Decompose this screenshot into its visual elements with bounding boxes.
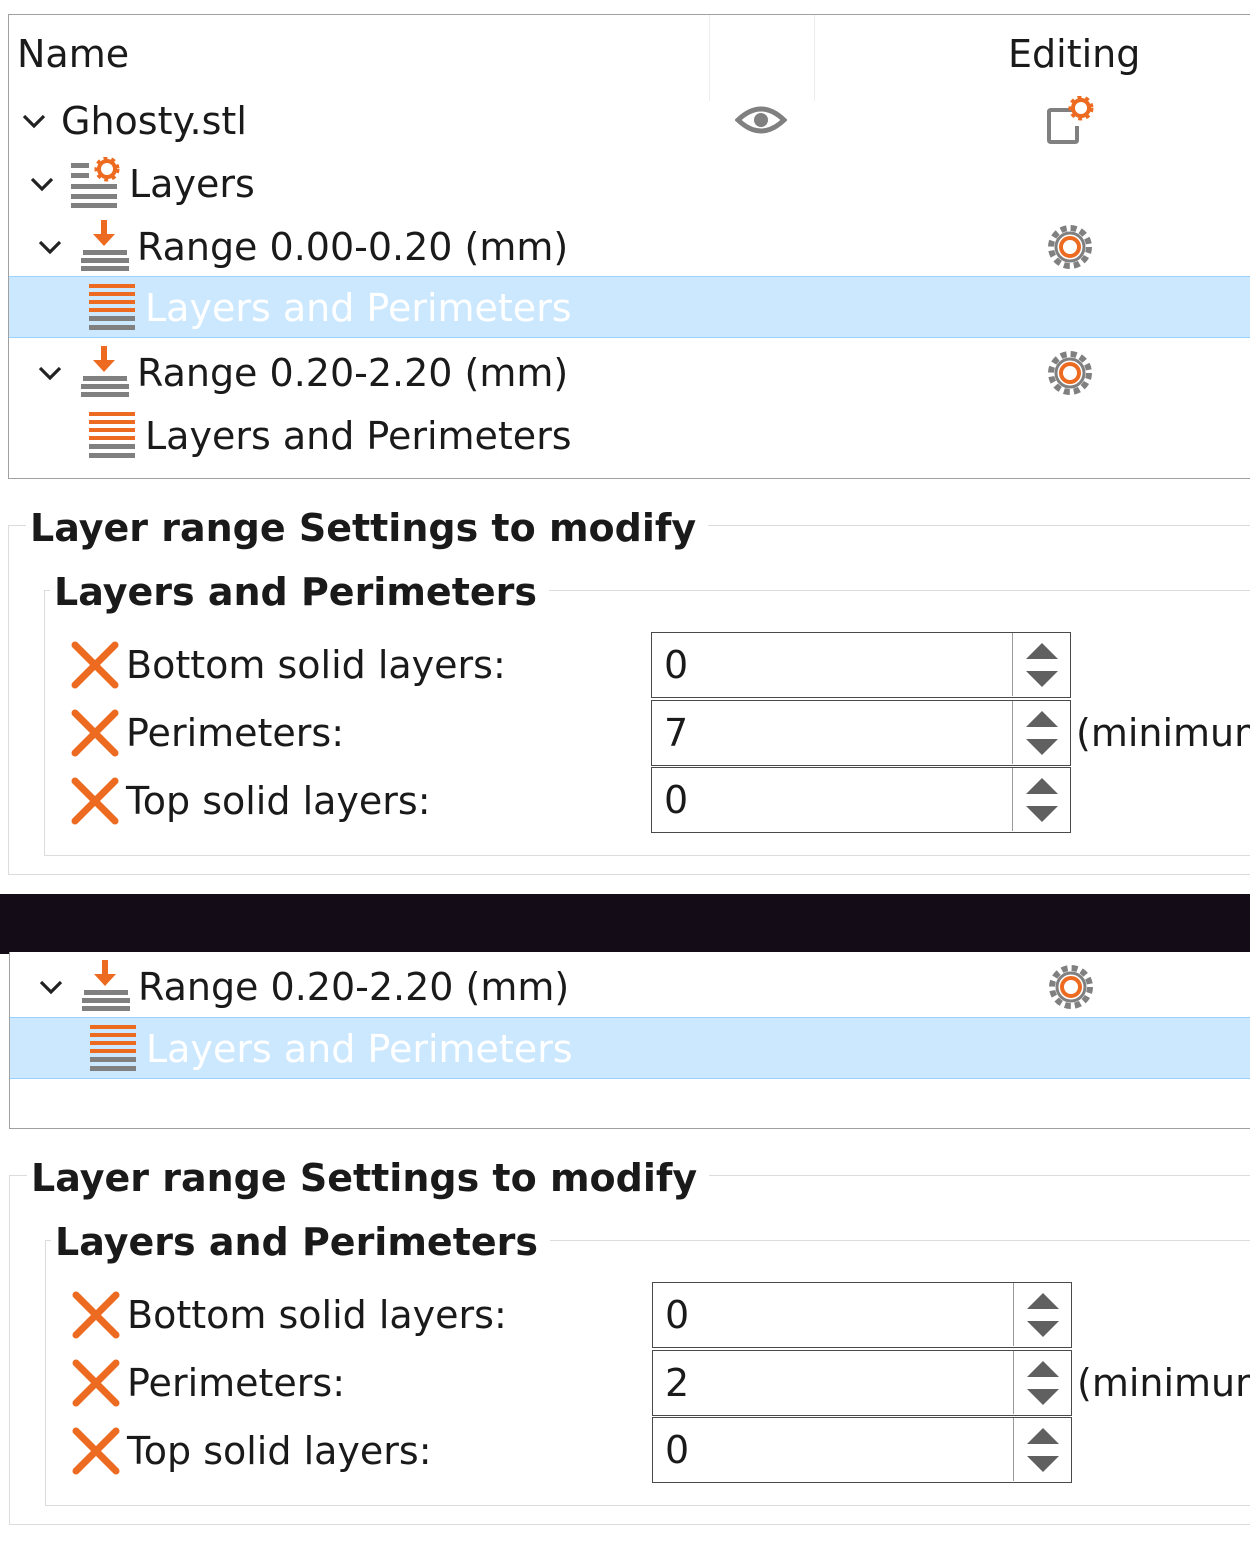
option-label: Top solid layers: [126, 779, 431, 823]
remove-x-icon[interactable] [70, 640, 120, 690]
remove-x-icon[interactable] [71, 1290, 121, 1340]
tree-row-label: Range 0.20-2.20 (mm) [138, 965, 570, 1009]
chevron-down-icon[interactable] [21, 108, 47, 134]
remove-x-icon[interactable] [70, 708, 120, 758]
object-list-2: Range 0.20-2.20 (mm) Layers and Perimete… [9, 952, 1250, 1129]
option-label: Perimeters: [127, 1361, 346, 1405]
option-label: Bottom solid layers: [127, 1293, 507, 1337]
remove-x-icon[interactable] [71, 1358, 121, 1408]
perimeters-spinner [652, 1350, 1072, 1416]
tree-row-settings-selected[interactable]: Layers and Perimeters [10, 1017, 1250, 1079]
perimeters-spinner [651, 700, 1071, 766]
tree-row-label: Range 0.20-2.20 (mm) [137, 351, 569, 395]
remove-x-icon[interactable] [70, 776, 120, 826]
perimeters-input[interactable] [653, 1351, 1013, 1414]
spin-up-icon[interactable] [1014, 1283, 1072, 1314]
perimeters-sidetext: (minimum [1076, 711, 1250, 755]
chevron-down-icon[interactable] [37, 360, 63, 386]
range-icon [81, 220, 129, 271]
tree-row-range-1[interactable]: Range 0.00-0.20 (mm) [9, 216, 1250, 278]
bottom-solid-layers-spinner [652, 1282, 1072, 1348]
top-solid-layers-input[interactable] [653, 1418, 1013, 1481]
chevron-down-icon[interactable] [38, 974, 64, 1000]
tree-row-settings[interactable]: Layers and Perimeters [9, 405, 1250, 467]
top-solid-layers-spinner [651, 767, 1071, 833]
settings-panel-title: Layer range Settings to modify [27, 1156, 710, 1200]
bottom-solid-layers-spinner [651, 632, 1071, 698]
tree-row-label: Layers and Perimeters [145, 286, 572, 330]
tree-row-label: Layers and Perimeters [146, 1027, 573, 1071]
tree-row-range-2[interactable]: Range 0.20-2.20 (mm) [10, 956, 1250, 1018]
tree-row-label: Range 0.00-0.20 (mm) [137, 225, 569, 269]
remove-x-icon[interactable] [71, 1426, 121, 1476]
settings-panel-title: Layer range Settings to modify [26, 506, 709, 550]
layers-settings-icon [71, 157, 120, 208]
option-label: Perimeters: [126, 711, 345, 755]
tree-row-settings-selected[interactable]: Layers and Perimeters [9, 276, 1250, 338]
tree-row-label: Ghosty.stl [61, 99, 247, 143]
object-list: Name Editing Ghosty.stl Layers Range 0.0… [8, 14, 1250, 479]
top-solid-layers-input[interactable] [652, 768, 1012, 831]
spin-down-icon[interactable] [1013, 733, 1071, 764]
layers-perimeters-icon [90, 1025, 136, 1071]
spin-up-icon[interactable] [1014, 1418, 1072, 1449]
tree-row-layers[interactable]: Layers [9, 153, 1250, 215]
spin-down-icon[interactable] [1014, 1315, 1072, 1346]
range-icon [82, 960, 130, 1011]
tree-row-range-2[interactable]: Range 0.20-2.20 (mm) [9, 342, 1250, 404]
tree-row-label: Layers [129, 162, 255, 206]
spin-down-icon[interactable] [1013, 800, 1071, 831]
screenshot-divider [0, 894, 1250, 954]
option-label: Bottom solid layers: [126, 643, 506, 687]
option-label: Top solid layers: [127, 1429, 432, 1473]
spin-down-icon[interactable] [1014, 1383, 1072, 1414]
spin-down-icon[interactable] [1014, 1450, 1072, 1481]
layers-perimeters-icon [89, 412, 135, 458]
tree-row-label: Layers and Perimeters [145, 414, 572, 458]
gear-icon[interactable] [1045, 348, 1095, 398]
object-list-header: Name Editing [9, 15, 1250, 101]
range-icon [81, 346, 129, 397]
spin-up-icon[interactable] [1013, 633, 1071, 664]
column-header-editing[interactable]: Editing [1008, 35, 1140, 73]
top-solid-layers-spinner [652, 1417, 1072, 1483]
bottom-solid-layers-input[interactable] [652, 633, 1012, 696]
settings-group-title: Layers and Perimeters [51, 1220, 550, 1264]
eye-icon[interactable] [735, 100, 787, 140]
chevron-down-icon[interactable] [29, 171, 55, 197]
gear-icon[interactable] [1046, 962, 1096, 1012]
spin-up-icon[interactable] [1014, 1351, 1072, 1382]
edit-settings-icon[interactable] [1045, 96, 1095, 146]
perimeters-sidetext: (minimum [1077, 1361, 1250, 1405]
perimeters-input[interactable] [652, 701, 1012, 764]
gear-icon[interactable] [1045, 222, 1095, 272]
chevron-down-icon[interactable] [37, 234, 63, 260]
tree-row-object[interactable]: Ghosty.stl [9, 90, 1250, 152]
spin-down-icon[interactable] [1013, 665, 1071, 696]
settings-group-title: Layers and Perimeters [50, 570, 549, 614]
layers-perimeters-icon [89, 284, 135, 330]
spin-up-icon[interactable] [1013, 768, 1071, 799]
column-header-name[interactable]: Name [17, 35, 129, 73]
spin-up-icon[interactable] [1013, 701, 1071, 732]
bottom-solid-layers-input[interactable] [653, 1283, 1013, 1346]
